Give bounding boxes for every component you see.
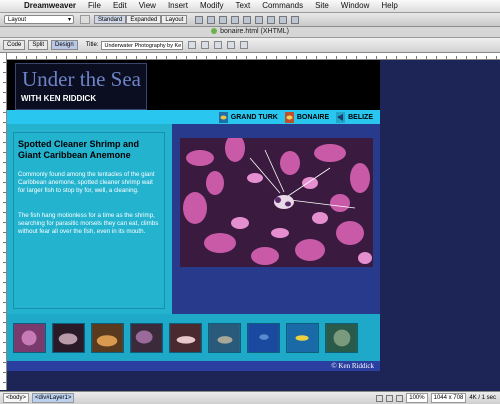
zoom-tool-icon[interactable] [396, 394, 404, 402]
insert-column-icon[interactable] [267, 15, 276, 24]
document-title-bar: bonaire.html (XHTML) [0, 27, 500, 38]
logo-title: Under the Sea [22, 67, 141, 91]
layout-table-icon[interactable] [231, 15, 240, 24]
refresh-icon[interactable] [214, 41, 223, 49]
shrimp-anemone-photo[interactable] [180, 138, 373, 267]
thumbnail-image[interactable] [13, 323, 46, 353]
article-paragraph: Commonly found among the tentacles of th… [18, 171, 155, 194]
thumbnail-image[interactable] [286, 323, 319, 353]
menu-modify[interactable]: Modify [194, 0, 230, 12]
insert-row-icon[interactable] [255, 15, 264, 24]
nav-label: BELIZE [348, 113, 373, 121]
insert-category-select[interactable]: Layout [4, 15, 74, 25]
menu-bar: Dreamweaver File Edit View Insert Modify… [0, 0, 500, 13]
frames-icon[interactable] [279, 15, 288, 24]
title-label: Title: [85, 42, 99, 48]
menu-site[interactable]: Site [309, 0, 335, 12]
view-options-icon[interactable] [227, 41, 236, 49]
article-panel: Spotted Cleaner Shrimp and Giant Caribbe… [7, 124, 172, 314]
fish-icon [336, 111, 346, 123]
design-view-page: Under the Sea WITH KEN RIDDICK GRAND TUR… [7, 60, 380, 371]
fish-icon [284, 111, 294, 123]
menu-view[interactable]: View [133, 0, 162, 12]
thumbnail-image[interactable] [208, 323, 241, 353]
insert-div-icon[interactable] [207, 15, 216, 24]
insert-table-icon[interactable] [195, 15, 204, 24]
menu-commands[interactable]: Commands [256, 0, 309, 12]
thumbnail-image[interactable] [130, 323, 163, 353]
article-paragraph: The fish hang motionless for a time as t… [18, 212, 159, 235]
page-title-input[interactable]: Underwater Photography by Ke [101, 40, 184, 50]
photo-panel [172, 124, 380, 314]
visual-aids-icon[interactable] [240, 41, 249, 49]
layout-mode-button[interactable]: Layout [161, 15, 188, 24]
draw-layer-icon[interactable] [219, 15, 228, 24]
menu-insert[interactable]: Insert [162, 0, 194, 12]
fish-icon [218, 111, 228, 123]
split-view-button[interactable]: Split [28, 40, 49, 50]
menu-window[interactable]: Window [335, 0, 375, 12]
article-title: Spotted Cleaner Shrimp and Giant Caribbe… [18, 139, 140, 160]
site-header: Under the Sea WITH KEN RIDDICK [7, 60, 380, 110]
document-status-icon [211, 28, 218, 34]
nav-label: GRAND TURK [230, 113, 278, 121]
design-view-button[interactable]: Design [51, 40, 78, 50]
code-view-button[interactable]: Code [3, 40, 26, 50]
menu-edit[interactable]: Edit [107, 0, 133, 12]
tag-selector-body[interactable]: <body> [3, 393, 30, 403]
download-size: 4K / 1 sec [469, 395, 496, 401]
insert-bar: Layout Standard Expanded Layout [0, 13, 500, 27]
nav-label: BONAIRE [296, 113, 330, 121]
nav-bonaire[interactable]: BONAIRE [284, 111, 330, 123]
nav-belize[interactable]: BELIZE [336, 111, 373, 123]
thumbnail-strip [7, 314, 380, 361]
tag-selector-div[interactable]: <div#Layer1> [32, 393, 75, 403]
menu-help[interactable]: Help [375, 0, 403, 12]
horizontal-ruler [6, 53, 500, 60]
thumbnail-image[interactable] [169, 323, 202, 353]
copyright-text: © Ken Riddick [331, 362, 374, 370]
nav-grand-turk[interactable]: GRAND TURK [218, 111, 278, 123]
standard-mode-button[interactable]: Standard [94, 15, 127, 24]
site-logo: Under the Sea WITH KEN RIDDICK [15, 63, 147, 110]
hand-tool-icon[interactable] [386, 394, 394, 402]
file-management-icon[interactable] [188, 41, 197, 49]
vertical-ruler [0, 53, 7, 390]
layout-cell-icon[interactable] [243, 15, 252, 24]
zoom-select[interactable]: 100% [406, 393, 428, 403]
article-layer[interactable]: Spotted Cleaner Shrimp and Giant Caribbe… [13, 132, 165, 309]
preview-browser-icon[interactable] [201, 41, 210, 49]
document-title: bonaire.html (XHTML) [220, 28, 289, 35]
document-toolbar: Code Split Design Title: Underwater Phot… [0, 38, 500, 53]
status-right: 100% 1044 x 708 4K / 1 sec [376, 392, 500, 404]
status-bar: <body> <div#Layer1> 100% 1044 x 708 4K /… [0, 391, 500, 404]
menu-file[interactable]: File [82, 0, 107, 12]
thumbnail-image[interactable] [247, 323, 280, 353]
tabular-data-icon[interactable] [291, 15, 300, 24]
expanded-mode-button[interactable]: Expanded [126, 15, 162, 24]
table-icon[interactable] [80, 15, 90, 24]
menu-dreamweaver[interactable]: Dreamweaver [18, 0, 82, 12]
thumbnail-image[interactable] [91, 323, 124, 353]
menu-text[interactable]: Text [230, 0, 257, 12]
window-size-select[interactable]: 1044 x 708 [430, 393, 467, 403]
thumbnail-image[interactable] [325, 323, 358, 353]
site-footer: © Ken Riddick [7, 361, 380, 371]
select-tool-icon[interactable] [376, 394, 384, 402]
thumbnail-image[interactable] [52, 323, 85, 353]
site-nav: GRAND TURK BONAIRE BELIZE [7, 110, 380, 124]
logo-subtitle: WITH KEN RIDDICK [21, 94, 97, 103]
